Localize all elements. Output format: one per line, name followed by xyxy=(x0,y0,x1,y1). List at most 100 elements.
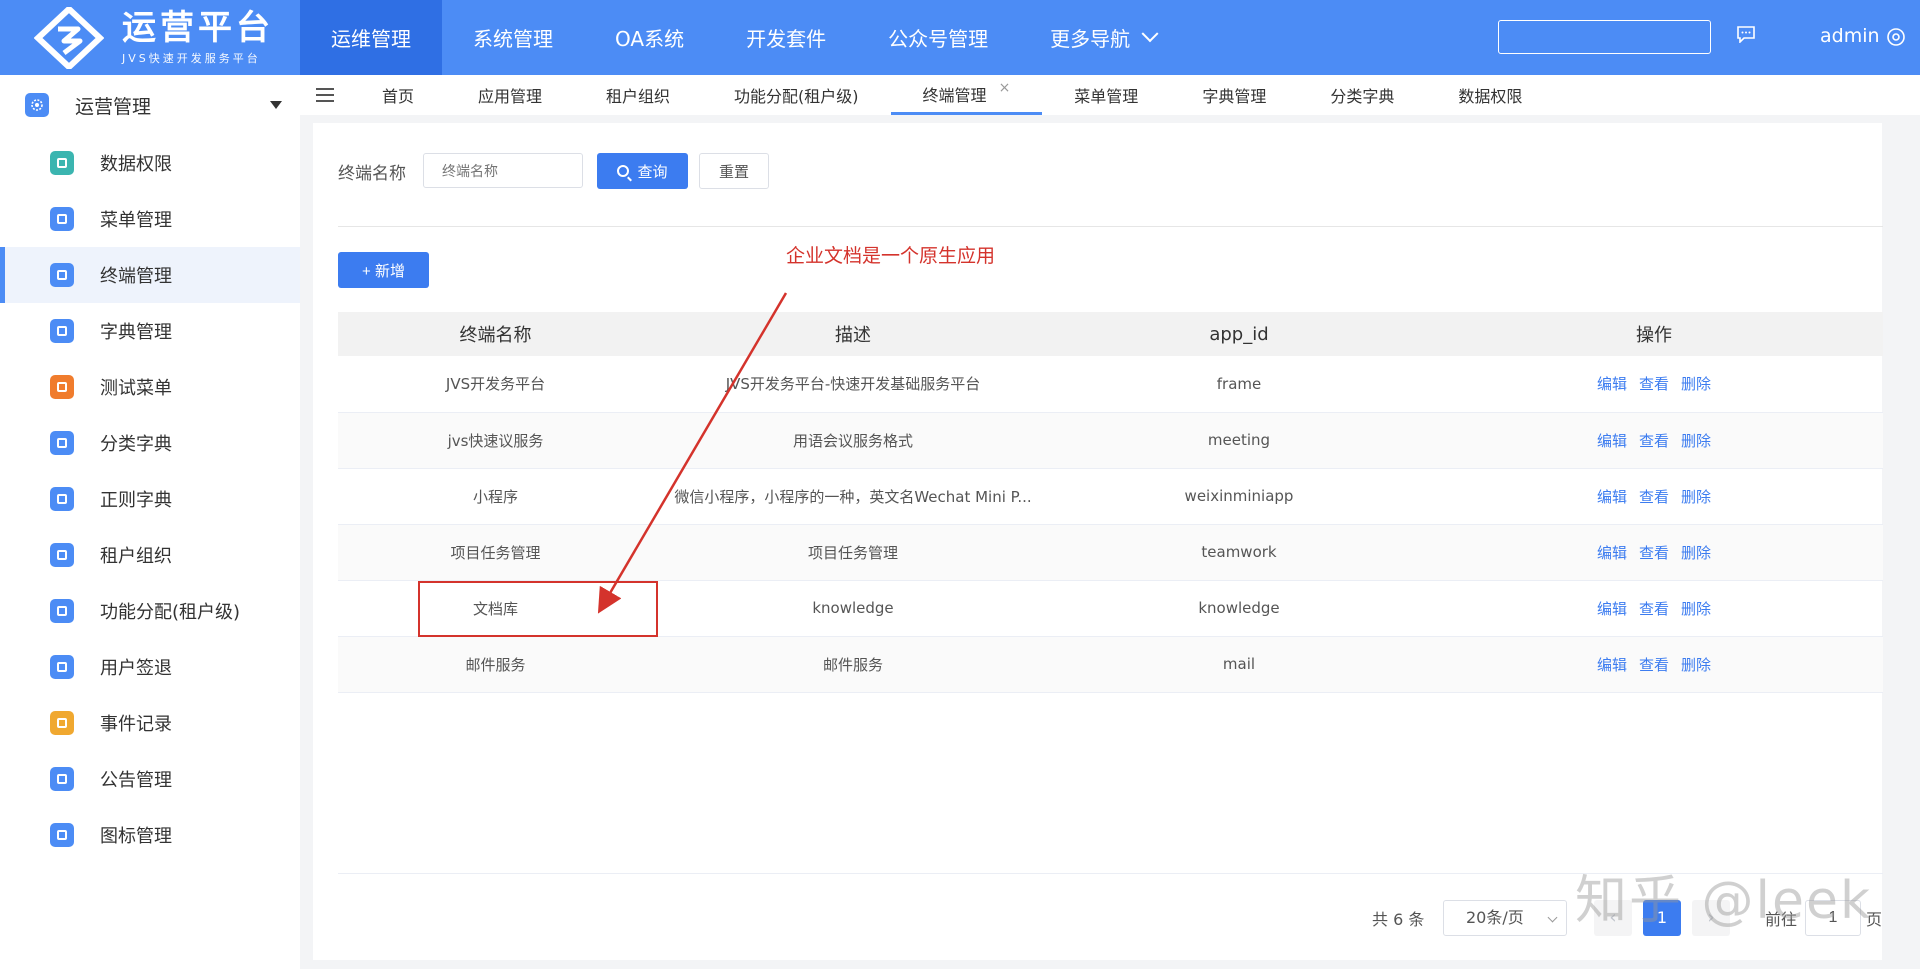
delete-link[interactable]: 删除 xyxy=(1681,432,1711,450)
cell-appid: mail xyxy=(1053,636,1425,693)
view-link[interactable]: 查看 xyxy=(1639,375,1669,393)
sidebar-item[interactable]: 菜单管理 xyxy=(0,191,300,247)
view-link[interactable]: 查看 xyxy=(1639,488,1669,506)
tab-feature-allocation[interactable]: 功能分配(租户级) xyxy=(702,75,891,115)
tab-label: 功能分配(租户级) xyxy=(734,87,859,106)
topnav-label: 公众号管理 xyxy=(888,27,989,51)
cell-appid: teamwork xyxy=(1053,524,1425,581)
delete-link[interactable]: 删除 xyxy=(1681,488,1711,506)
tab-category-dictionary[interactable]: 分类字典 xyxy=(1298,75,1426,115)
delete-link[interactable]: 删除 xyxy=(1681,544,1711,562)
col-header-desc[interactable]: 描述 xyxy=(653,312,1053,356)
tab-terminal-management[interactable]: 终端管理 × xyxy=(890,75,1043,115)
brand-title: 运营平台 xyxy=(122,7,274,48)
collapse-menu-icon[interactable] xyxy=(300,75,350,115)
view-link[interactable]: 查看 xyxy=(1639,600,1669,618)
sidebar-item-label: 字典管理 xyxy=(100,322,172,343)
tab-dictionary-management[interactable]: 字典管理 xyxy=(1170,75,1298,115)
cell-appid: knowledge xyxy=(1053,580,1425,637)
tab-label: 应用管理 xyxy=(478,87,543,106)
sidebar-item[interactable]: 图标管理 xyxy=(0,807,300,863)
edit-link[interactable]: 编辑 xyxy=(1597,375,1627,393)
tab-tenant-org[interactable]: 租户组织 xyxy=(574,75,702,115)
logo-icon xyxy=(33,4,105,71)
col-header-appid[interactable]: app_id xyxy=(1053,312,1425,356)
edit-link[interactable]: 编辑 xyxy=(1597,600,1627,618)
cell-desc: 项目任务管理 xyxy=(653,524,1053,581)
tab-menu-management[interactable]: 菜单管理 xyxy=(1042,75,1170,115)
table-row: 项目任务管理 项目任务管理 teamwork 编辑 查看 删除 xyxy=(338,524,1883,581)
edit-link[interactable]: 编辑 xyxy=(1597,656,1627,674)
edit-link[interactable]: 编辑 xyxy=(1597,432,1627,450)
top-search-input[interactable] xyxy=(1498,20,1711,54)
annotation-text: 企业文档是一个原生应用 xyxy=(786,245,996,267)
sidebar-item[interactable]: 事件记录 xyxy=(0,695,300,751)
sidebar-item[interactable]: 用户签退 xyxy=(0,639,300,695)
cell-actions: 编辑 查看 删除 xyxy=(1425,580,1883,637)
cell-desc: knowledge xyxy=(653,580,1053,637)
topnav-oa[interactable]: OA系统 xyxy=(584,0,715,75)
sidebar-item[interactable]: 字典管理 xyxy=(0,303,300,359)
tab-label: 菜单管理 xyxy=(1074,87,1139,106)
edit-link[interactable]: 编辑 xyxy=(1597,544,1627,562)
sidebar: 运营管理 数据权限菜单管理终端管理字典管理测试菜单分类字典正则字典租户组织 功能分… xyxy=(0,75,300,969)
query-button[interactable]: 查询 xyxy=(597,153,688,189)
reset-button[interactable]: 重置 xyxy=(699,153,769,189)
cell-desc: 邮件服务 xyxy=(653,636,1053,693)
filter-label: 终端名称 xyxy=(338,164,406,184)
sidebar-item[interactable]: 终端管理 xyxy=(0,247,300,303)
sidebar-item-label: 菜单管理 xyxy=(100,210,172,231)
tab-data-permission[interactable]: 数据权限 xyxy=(1426,75,1554,115)
cell-desc: JVS开发务平台-快速开发基础服务平台 xyxy=(653,356,1053,413)
terminal-name-input[interactable] xyxy=(423,153,583,188)
sidebar-item[interactable]: 公告管理 xyxy=(0,751,300,807)
top-bar: 运营平台 JVS快速开发服务平台 运维管理 系统管理 OA系统 开发套件 公众号… xyxy=(0,0,1920,75)
sidebar-item[interactable]: 数据权限 xyxy=(0,135,300,191)
sidebar-item[interactable]: 测试菜单 xyxy=(0,359,300,415)
view-link[interactable]: 查看 xyxy=(1639,656,1669,674)
delete-link[interactable]: 删除 xyxy=(1681,375,1711,393)
delete-link[interactable]: 删除 xyxy=(1681,600,1711,618)
total-count: 共 6 条 xyxy=(1372,910,1425,929)
topnav-devkit[interactable]: 开发套件 xyxy=(715,0,857,75)
sidebar-item[interactable]: 租户组织 xyxy=(0,527,300,583)
sidebar-item-label: 正则字典 xyxy=(100,490,172,511)
sidebar-item[interactable]: 正则字典 xyxy=(0,471,300,527)
sidebar-item-label: 分类字典 xyxy=(100,434,172,455)
col-header-name[interactable]: 终端名称 xyxy=(338,312,653,356)
page-size-select[interactable]: 20条/页 xyxy=(1443,900,1567,936)
sidebar-item-label: 事件记录 xyxy=(100,714,172,735)
tab-app-management[interactable]: 应用管理 xyxy=(446,75,574,115)
settings-icon[interactable] xyxy=(1886,27,1906,47)
sidebar-group-ops[interactable]: 运营管理 xyxy=(0,75,300,135)
cell-appid: weixinminiapp xyxy=(1053,468,1425,525)
add-button[interactable]: + 新增 xyxy=(338,252,429,288)
delete-link[interactable]: 删除 xyxy=(1681,656,1711,674)
search-icon xyxy=(617,165,630,177)
topnav-official-account[interactable]: 公众号管理 xyxy=(857,0,1019,75)
cell-name: 项目任务管理 xyxy=(338,524,653,581)
user-name[interactable]: admin xyxy=(1820,25,1880,47)
topnav-ops[interactable]: 运维管理 xyxy=(300,0,442,75)
home-icon xyxy=(50,375,74,399)
topnav-more[interactable]: 更多导航 xyxy=(1019,0,1187,75)
message-icon[interactable] xyxy=(1736,26,1756,43)
globe-icon xyxy=(50,487,74,511)
view-link[interactable]: 查看 xyxy=(1639,432,1669,450)
cell-name: jvs快速议服务 xyxy=(338,412,653,469)
sidebar-item[interactable]: 功能分配(租户级) xyxy=(0,583,300,639)
tabs-bar: 首页 应用管理 租户组织 功能分配(租户级) 终端管理 × 菜单管理 字典管理 分… xyxy=(300,75,1920,115)
topnav-system[interactable]: 系统管理 xyxy=(442,0,584,75)
view-link[interactable]: 查看 xyxy=(1639,544,1669,562)
sidebar-item-label: 终端管理 xyxy=(100,266,172,287)
edit-link[interactable]: 编辑 xyxy=(1597,488,1627,506)
logout-icon xyxy=(50,655,74,679)
brand-logo[interactable]: 运营平台 JVS快速开发服务平台 xyxy=(0,0,300,75)
tab-label: 分类字典 xyxy=(1330,87,1395,106)
cell-name: 小程序 xyxy=(338,468,653,525)
sidebar-item[interactable]: 分类字典 xyxy=(0,415,300,471)
tab-home[interactable]: 首页 xyxy=(350,75,446,115)
menu-icon xyxy=(50,207,74,231)
close-icon[interactable]: × xyxy=(999,80,1011,96)
sidebar-group-label: 运营管理 xyxy=(75,95,152,118)
